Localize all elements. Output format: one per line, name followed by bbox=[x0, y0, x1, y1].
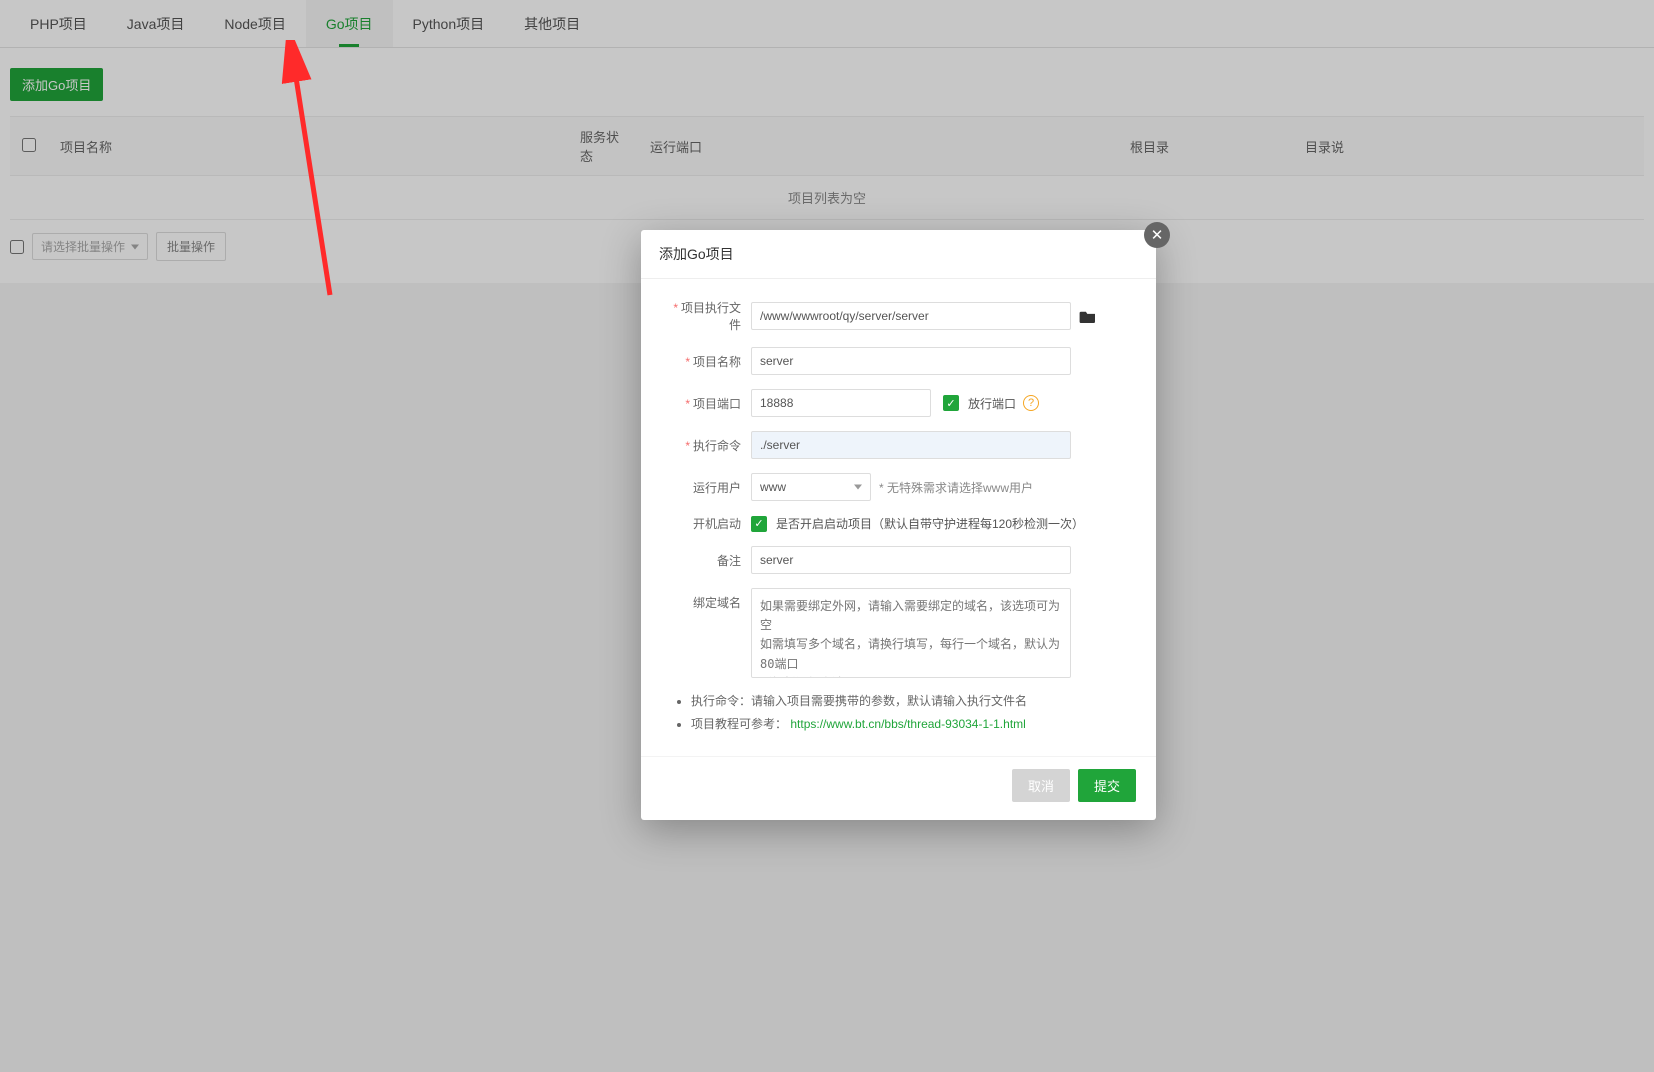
submit-button[interactable]: 提交 bbox=[1078, 769, 1136, 802]
cancel-button[interactable]: 取消 bbox=[1012, 769, 1070, 802]
folder-icon[interactable] bbox=[1079, 309, 1097, 323]
bind-domain-textarea[interactable] bbox=[751, 588, 1071, 678]
close-icon[interactable]: ✕ bbox=[1144, 222, 1170, 248]
tutorial-link[interactable]: https://www.bt.cn/bbs/thread-93034-1-1.h… bbox=[790, 717, 1025, 731]
add-go-project-modal: ✕ 添加Go项目 *项目执行文件 *项目名称 *项目端口 ✓ bbox=[641, 230, 1156, 820]
open-port-label: 放行端口 bbox=[968, 395, 1016, 412]
modal-title: 添加Go项目 bbox=[641, 230, 1156, 279]
exec-command-input[interactable] bbox=[751, 431, 1071, 459]
exec-file-input[interactable] bbox=[751, 302, 1071, 330]
project-port-input[interactable] bbox=[751, 389, 931, 417]
open-port-checkbox[interactable]: ✓ bbox=[943, 395, 959, 411]
tutorial-text: 项目教程可参考： https://www.bt.cn/bbs/thread-93… bbox=[691, 715, 1126, 732]
run-user-hint: * 无特殊需求请选择www用户 bbox=[879, 479, 1033, 496]
autostart-label: 是否开启启动项目（默认自带守护进程每120秒检测一次） bbox=[776, 515, 1084, 532]
run-user-select[interactable]: www bbox=[751, 473, 871, 501]
cmd-hint-text: 执行命令：请输入项目需要携带的参数，默认请输入执行文件名 bbox=[691, 692, 1126, 709]
help-icon[interactable]: ? bbox=[1023, 395, 1039, 411]
remark-input[interactable] bbox=[751, 546, 1071, 574]
project-name-input[interactable] bbox=[751, 347, 1071, 375]
autostart-checkbox[interactable]: ✓ bbox=[751, 516, 767, 532]
